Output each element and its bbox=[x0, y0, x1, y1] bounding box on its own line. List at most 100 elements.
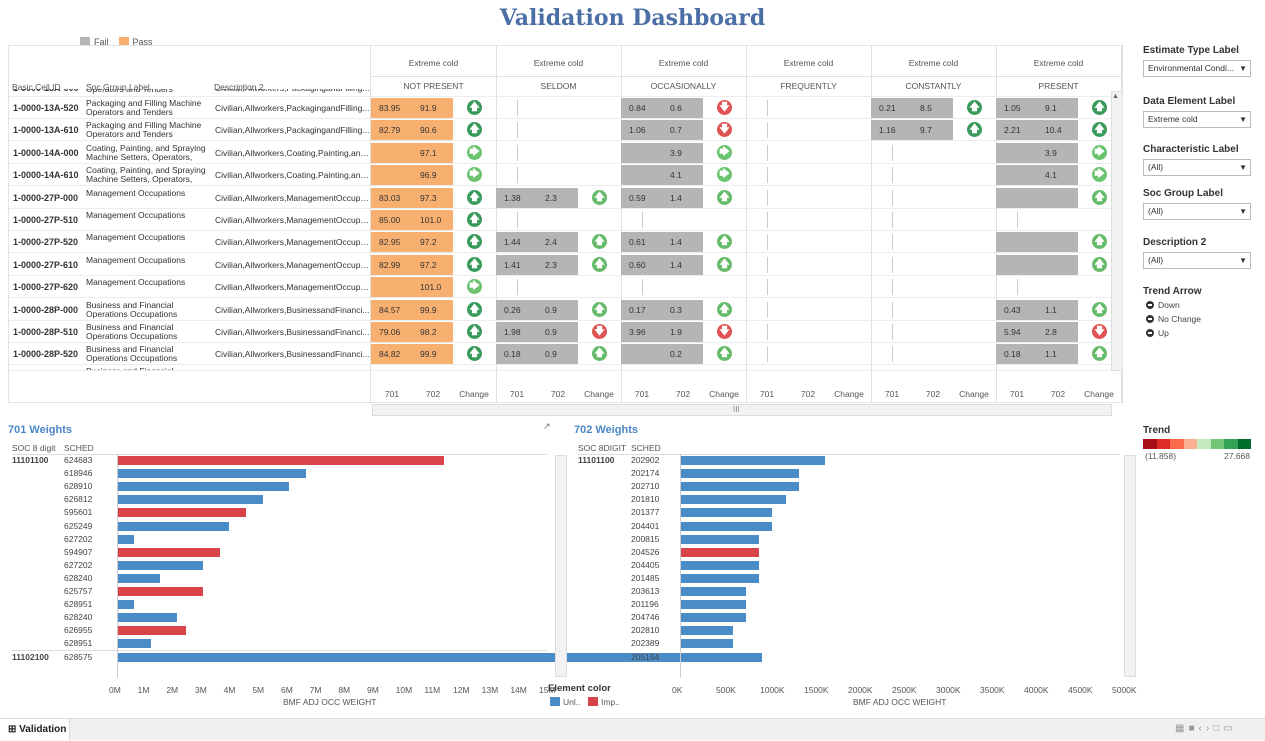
cell-desc: Civilian,Allworkers,PackagingandFilling.… bbox=[215, 89, 371, 96]
trend-color-scale bbox=[1143, 439, 1251, 449]
empty-marker bbox=[892, 256, 893, 273]
scroll-up-icon[interactable]: ▲ bbox=[1112, 93, 1119, 100]
weight-bar[interactable] bbox=[680, 587, 746, 596]
cell-id: 1-0000-27P-620 bbox=[13, 282, 79, 293]
empty-marker bbox=[892, 212, 893, 228]
weight-bar[interactable] bbox=[680, 521, 773, 531]
weight-bar[interactable] bbox=[117, 534, 135, 544]
weight-bar[interactable] bbox=[117, 573, 160, 583]
data-element-label-dropdown[interactable]: Extreme cold ▼ bbox=[1143, 111, 1251, 128]
w701-scrollbar[interactable] bbox=[555, 455, 567, 677]
value-701 bbox=[371, 164, 412, 186]
weight-bar[interactable] bbox=[117, 587, 203, 596]
cell-group: Management Occupations bbox=[86, 232, 186, 243]
legend-unl[interactable]: Unl.. bbox=[550, 697, 580, 707]
table-vscroll[interactable] bbox=[1111, 91, 1122, 371]
imp-swatch bbox=[588, 697, 598, 706]
trend-option-no-change[interactable]: No Change bbox=[1146, 314, 1201, 324]
weight-bar[interactable] bbox=[680, 469, 799, 479]
weight-bar[interactable] bbox=[117, 469, 307, 479]
empty-marker bbox=[1017, 279, 1018, 296]
weight-bar[interactable] bbox=[680, 573, 760, 583]
weight-bar[interactable] bbox=[680, 626, 733, 636]
weight-bar[interactable] bbox=[680, 495, 786, 505]
chevron-down-icon: ▼ bbox=[1239, 256, 1247, 265]
weight-bar[interactable] bbox=[117, 560, 203, 570]
description-2-dropdown[interactable]: (All) ▼ bbox=[1143, 252, 1251, 269]
characteristic-label-dropdown[interactable]: (All) ▼ bbox=[1143, 159, 1251, 176]
legend-imp[interactable]: Imp.. bbox=[588, 697, 620, 707]
value-701: 0.61 bbox=[629, 237, 646, 248]
table-row-partial[interactable]: 1-0000-28P-610Business and Financial Civi… bbox=[9, 365, 1122, 371]
table-hscroll[interactable]: III bbox=[372, 404, 1112, 416]
weight-bar[interactable] bbox=[117, 495, 264, 505]
scroll-grip: III bbox=[733, 405, 740, 414]
weight-bar[interactable] bbox=[117, 521, 229, 531]
empty-marker bbox=[767, 301, 768, 318]
table-row[interactable]: 1-0000-27P-000 Management Occupations Civi… bbox=[9, 187, 1122, 209]
sched-label: 627202 bbox=[64, 559, 93, 570]
table-row[interactable]: 1-0000-13A-610 Packaging and Filling Mach… bbox=[9, 119, 1122, 142]
table-row[interactable]: 1-0000-28P-000 Business and Financial Ope… bbox=[9, 299, 1122, 321]
table-row[interactable]: 1-0000-27P-610 Management Occupations Civi… bbox=[9, 254, 1122, 276]
bottom-header-701: 701 bbox=[634, 389, 650, 399]
weight-bar[interactable] bbox=[680, 508, 773, 518]
weight-bar[interactable] bbox=[117, 600, 135, 610]
axis-tick: 14M bbox=[510, 685, 527, 695]
cell-id: 1-0000-14A-000 bbox=[13, 147, 79, 158]
value-702 bbox=[1037, 231, 1078, 253]
estimate-type-label-dropdown[interactable]: Environmental Condi... ▼ bbox=[1143, 60, 1251, 77]
popout-icon[interactable]: ↗ bbox=[543, 421, 551, 432]
soc-group-label-dropdown[interactable]: (All) ▼ bbox=[1143, 203, 1251, 220]
table-row[interactable]: 1-0000-14A-610 Coating, Painting, and Spr… bbox=[9, 164, 1122, 187]
w702-xlabel: BMF ADJ OCC WEIGHT bbox=[853, 697, 947, 707]
weight-bar[interactable] bbox=[680, 456, 826, 465]
bottom-header-701: 701 bbox=[509, 389, 525, 399]
characteristic-label-value: (All) bbox=[1148, 162, 1164, 172]
weight-bar[interactable] bbox=[680, 547, 760, 557]
group-top-header: Extreme cold bbox=[908, 58, 959, 68]
weight-bar[interactable] bbox=[117, 639, 152, 649]
weight-bar[interactable] bbox=[680, 639, 733, 649]
value-701: 0.43 bbox=[1004, 304, 1021, 315]
trend-option-up[interactable]: Up bbox=[1146, 328, 1169, 338]
bottom-header-701: 701 bbox=[884, 389, 900, 399]
value-702: 1.4 bbox=[670, 192, 682, 203]
characteristic-label-label: Characteristic Label bbox=[1143, 144, 1239, 155]
weight-bar[interactable] bbox=[680, 652, 720, 662]
weight-bar[interactable] bbox=[680, 534, 760, 544]
weight-bar[interactable] bbox=[117, 508, 246, 518]
weight-bar[interactable] bbox=[117, 652, 762, 662]
table-row[interactable]: 1-0000-13A-520 Packaging and Filling Mach… bbox=[9, 97, 1122, 119]
weight-bar[interactable] bbox=[117, 482, 289, 492]
weight-bar[interactable] bbox=[680, 560, 760, 570]
weight-bar[interactable] bbox=[117, 456, 444, 465]
tab-validation[interactable]: ⊞ Validation bbox=[0, 719, 70, 741]
value-702: 1.4 bbox=[670, 237, 682, 248]
value-701 bbox=[371, 142, 412, 164]
value-701: 0.59 bbox=[629, 192, 646, 203]
trend-down-icon: 🡇 bbox=[717, 122, 732, 138]
weight-bar[interactable] bbox=[680, 482, 799, 492]
weight-bar[interactable] bbox=[680, 600, 746, 610]
w702-scrollbar[interactable] bbox=[1124, 455, 1136, 677]
value-702: 9.1 bbox=[1045, 103, 1057, 113]
weight-bar[interactable] bbox=[680, 613, 746, 623]
weight-bar[interactable] bbox=[117, 613, 178, 623]
table-row[interactable]: 1-0000-27P-620 Management Occupations Civi… bbox=[9, 276, 1122, 299]
sheet-nav-controls[interactable]: ▦■‹›□▭ bbox=[1175, 723, 1237, 734]
table-row[interactable]: 1-0000-14A-000 Coating, Painting, and Spr… bbox=[9, 142, 1122, 164]
cell-group: Management Occupations bbox=[86, 277, 186, 288]
trend-option-down[interactable]: Down bbox=[1146, 300, 1180, 310]
weight-bar[interactable] bbox=[117, 626, 186, 636]
table-row[interactable]: 1-0000-28P-510 Business and Financial Ope… bbox=[9, 321, 1122, 343]
table-row[interactable]: 1-0000-27P-520 Management Occupations Civi… bbox=[9, 231, 1122, 254]
trend-up-icon: 🡅 bbox=[467, 234, 482, 250]
trend-up-icon: 🡅 bbox=[1092, 100, 1107, 115]
table-row[interactable]: 1-0000-28P-520 Business and Financial Ope… bbox=[9, 343, 1122, 366]
table-row-partial[interactable]: 1-0000-13A-000Operators and Tenders Civil… bbox=[9, 89, 1122, 97]
table-row[interactable]: 1-0000-27P-510 Management Occupations Civi… bbox=[9, 209, 1122, 231]
trend-swatch bbox=[1224, 439, 1238, 449]
value-702: 99.9 bbox=[420, 304, 437, 315]
weight-bar[interactable] bbox=[117, 547, 221, 557]
